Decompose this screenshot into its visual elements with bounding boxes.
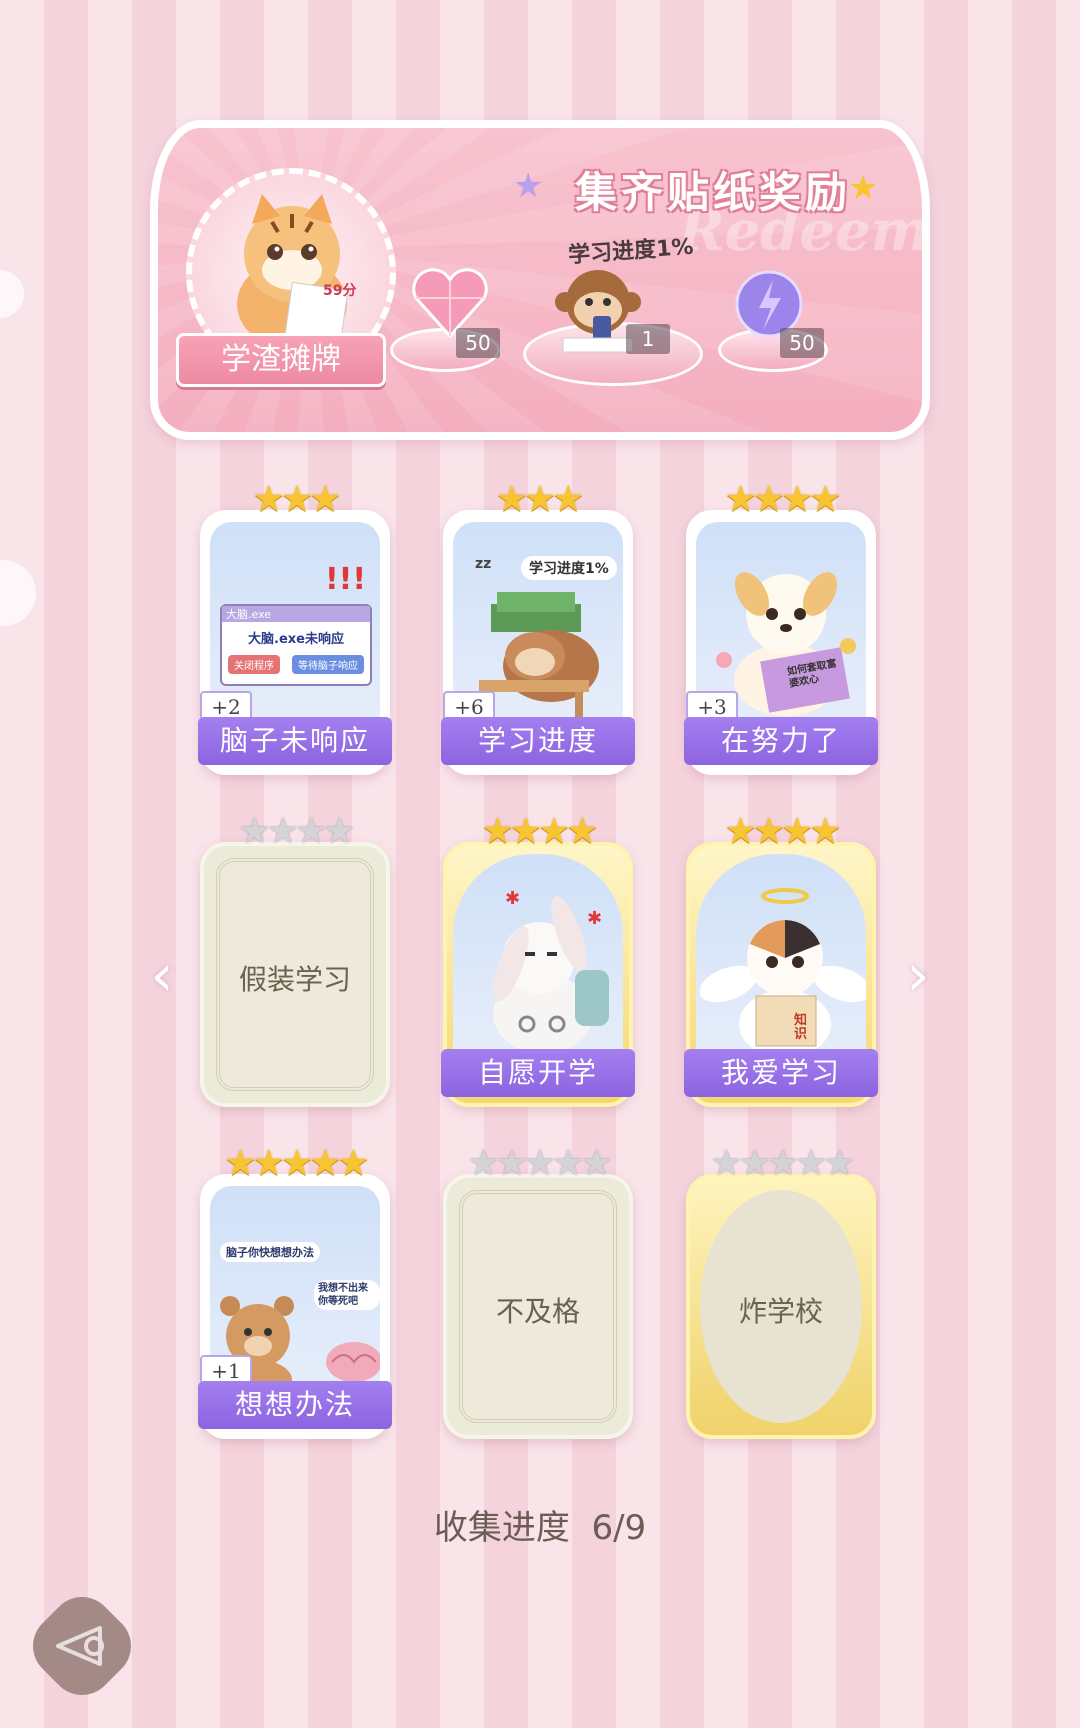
error-window: 大脑.exe 大脑.exe未响应 关闭程序 等待脑子响应 [220,604,372,686]
speech-bubble: 脑子你快想想办法 [220,1242,320,1262]
card-art: 知识 [696,854,866,1063]
sticker-reward-banner: Redeem ★ ★ 集齐贴纸奖励 59分 学渣摊牌 学习进度1% 50 1 5… [150,120,930,440]
sticker-card[interactable]: ★★★★ 如何套取富婆欢心 +3 在努力了 [684,480,878,775]
sticker-card-locked[interactable]: ★★★★★ 炸学校 [686,1144,876,1439]
sticker-card-locked[interactable]: ★★★★★ 不及格 [443,1144,633,1439]
side-bubble-flower [0,560,36,626]
score-paper-label: 59分 [323,283,357,299]
star-rating: ★★★★★ [467,1143,612,1184]
card-label: 炸学校 [738,1295,823,1328]
angel-cat-reading-icon [700,888,866,1058]
star-rating: ★★★★ [238,811,355,852]
avatar-title-ribbon: 学渣摊牌 [176,333,386,387]
star-rating: ★★★ [252,479,342,520]
reward-count: 50 [780,328,824,358]
card-label: 想想办法 [198,1381,392,1429]
exclaim-text: !!! [324,562,366,597]
reward-count: 50 [456,328,500,358]
error-message: 大脑.exe未响应 [248,632,344,647]
star-rating: ★★★★★ [710,1143,855,1184]
svg-text:✱: ✱ [505,888,520,909]
back-icon [38,1602,126,1690]
svg-text:✱: ✱ [587,908,602,929]
card-art: ✱ ✱ [453,854,623,1063]
collect-progress: 收集进度 6/9 [433,1508,647,1548]
sticker-card[interactable]: ★★★ zz 学习进度1% +6 学习进度 [441,480,635,775]
card-label: 在努力了 [684,717,878,765]
next-page-arrow-icon[interactable]: › [896,940,940,1010]
card-label: 自愿开学 [441,1049,635,1097]
purple-star-icon: ★ [513,166,544,206]
book-title: 知识 [794,1013,808,1042]
speech-bubble: 学习进度1% [521,556,617,580]
card-label: 不及格 [495,1295,580,1328]
card-label: 脑子未响应 [198,717,392,765]
wait-button: 等待脑子响应 [292,655,364,674]
sticker-card[interactable]: ★★★ !!! 大脑.exe 大脑.exe未响应 关闭程序 等待脑子响应 +2 … [198,480,392,775]
star-rating: ★★★★ [481,811,598,852]
star-rating: ★★★★ [724,479,841,520]
card-label: 学习进度 [441,717,635,765]
sticker-card-locked[interactable]: ★★★★ 假装学习 [200,812,390,1107]
sticker-card[interactable]: ★★★★ ✱ ✱ 自愿开学 [441,812,635,1107]
window-title: 大脑.exe [222,606,370,622]
star-rating: ★★★ [495,479,585,520]
side-bubble-top [0,270,24,318]
banner-title: 集齐贴纸奖励 [574,168,851,217]
star-rating: ★★★★★ [224,1143,369,1184]
card-label: 我爱学习 [684,1049,878,1097]
zz-text: zz [475,556,492,572]
star-rating: ★★★★ [724,811,841,852]
bunny-handcuffed-icon: ✱✱ [493,888,609,1054]
sticker-card[interactable]: ★★★★★ 脑子你快想想办法 我想不出来你等死吧 +1 想想办法 [198,1144,392,1439]
close-program-button: 关闭程序 [228,655,280,674]
reward-count: 1 [626,324,670,354]
sticker-card[interactable]: ★★★★ 知识 我爱学习 [684,812,878,1107]
card-label: 假装学习 [238,963,351,996]
prev-page-arrow-icon[interactable]: ‹ [140,940,184,1010]
